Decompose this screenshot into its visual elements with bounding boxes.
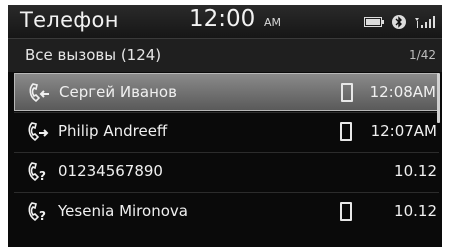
svg-text:?: ? bbox=[39, 209, 46, 223]
title-bar: Телефон 12:00 AM bbox=[8, 5, 442, 39]
phone-device-icon bbox=[340, 122, 352, 141]
app-title: Телефон bbox=[20, 8, 119, 32]
call-row[interactable]: Сергей Иванов 12:08AM bbox=[14, 73, 439, 111]
call-row[interactable]: ? Yesenia Mironova 10.12 bbox=[14, 193, 439, 231]
signal-icon bbox=[415, 16, 435, 28]
caller-name: Yesenia Mironova bbox=[58, 202, 188, 220]
page-indicator: 1/42 bbox=[409, 48, 436, 62]
incoming-call-icon bbox=[29, 83, 49, 103]
status-icons bbox=[364, 14, 436, 30]
call-time: 10.12 bbox=[394, 202, 437, 220]
phone-device-icon bbox=[341, 83, 353, 102]
scrollbar[interactable] bbox=[437, 73, 440, 123]
bluetooth-icon bbox=[392, 15, 406, 29]
call-time: 12:07AM bbox=[370, 122, 437, 140]
call-row[interactable]: Philip Andreeff 12:07AM bbox=[14, 113, 439, 151]
call-time: 12:08AM bbox=[369, 83, 436, 101]
call-row[interactable]: ? 01234567890 10.12 bbox=[14, 153, 439, 191]
phone-device-icon bbox=[340, 202, 352, 221]
missed-call-icon: ? bbox=[28, 202, 46, 223]
caller-name: 01234567890 bbox=[58, 162, 163, 180]
battery-icon bbox=[364, 17, 384, 27]
outgoing-call-icon bbox=[28, 122, 49, 142]
clock-ampm: AM bbox=[264, 16, 282, 29]
caller-name: Сергей Иванов bbox=[59, 83, 177, 101]
caller-name: Philip Andreeff bbox=[58, 122, 168, 140]
missed-call-icon: ? bbox=[28, 162, 46, 183]
phone-screen: Телефон 12:00 AM Все вызовы (124) 1/42 С… bbox=[8, 5, 442, 247]
clock-time: 12:00 bbox=[189, 6, 256, 32]
list-title: Все вызовы (124) bbox=[25, 46, 162, 64]
svg-text:?: ? bbox=[39, 169, 46, 183]
call-time: 10.12 bbox=[394, 162, 437, 180]
list-header: Все вызовы (124) 1/42 bbox=[8, 39, 442, 72]
